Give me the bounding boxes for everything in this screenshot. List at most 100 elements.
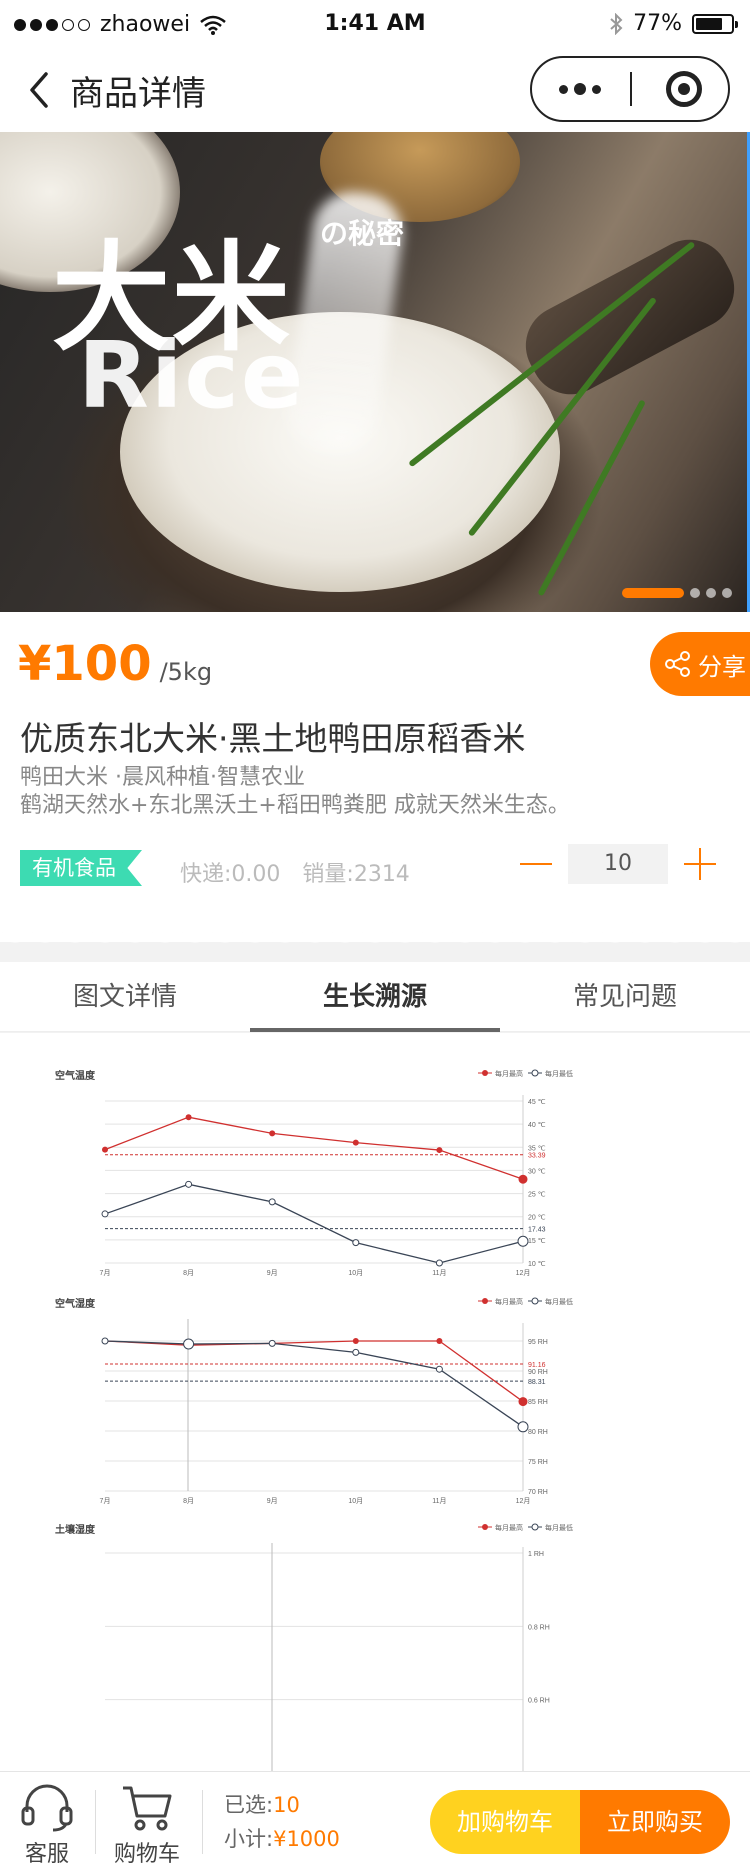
wavy-divider (0, 930, 750, 960)
back-arrow-icon[interactable] (22, 68, 62, 112)
legend-label-max: 每月最高 (495, 1523, 523, 1532)
legend-label-min: 每月最低 (545, 1069, 573, 1078)
y-tick-label: 90 RH (528, 1369, 548, 1376)
product-title: 优质东北大米·黑土地鸭田原稻香米 (20, 719, 526, 758)
carousel-dot-active[interactable] (622, 588, 684, 598)
quantity-stepper: 10 (508, 844, 728, 884)
price-block: ¥100 /5kg (18, 636, 212, 692)
data-point-min (517, 1421, 529, 1433)
y-tick-label: 40 ℃ (528, 1122, 546, 1129)
x-tick-label: 8月 (183, 1497, 194, 1505)
banner-subtitle: の秘密 (320, 217, 405, 250)
data-point-max (269, 1130, 276, 1137)
y-tick-label: 45 ℃ (528, 1099, 546, 1106)
data-point-max (436, 1338, 443, 1344)
tab-faq[interactable]: 常见问题 (500, 962, 750, 1031)
traceability-charts: 空气温度 每月最高 每月最低 10 ℃ 15 ℃ 20 ℃ 25 ℃ 30 ℃ 35 ℃ 40 ℃… (0, 1033, 750, 1773)
y-tick-label: 80 RH (528, 1429, 548, 1436)
cart-button[interactable]: 购物车 (102, 1782, 192, 1868)
average-label: 88.31 (528, 1379, 546, 1386)
battery-percent: 77% (633, 11, 682, 36)
sales-count: 销量:2314 (302, 862, 410, 887)
decrease-quantity-button[interactable] (508, 844, 564, 884)
x-tick-label: 10月 (348, 1269, 363, 1277)
chart-title: 空气温度 (55, 1069, 96, 1082)
data-point-min (435, 1365, 443, 1373)
legend-label-min: 每月最低 (545, 1297, 573, 1306)
cart-icon (123, 1786, 172, 1831)
charts-svg: 空气温度 每月最高 每月最低10 ℃15 ℃20 ℃25 ℃30 ℃35 ℃40 ℃… (55, 1069, 573, 1773)
selection-summary: 已选:10 小计:¥1000 (224, 1788, 340, 1856)
price: ¥100 (18, 636, 152, 692)
status-bar: zhaowei 1:41 AM 77% (0, 0, 750, 48)
banner-bowl-handle (511, 225, 749, 409)
x-tick-label: 9月 (267, 1497, 278, 1505)
data-point-min (517, 1235, 529, 1247)
close-mini-program-icon[interactable] (666, 71, 702, 107)
tab-details[interactable]: 图文详情 (0, 962, 250, 1031)
mini-program-capsule (530, 56, 730, 122)
data-point-min (101, 1210, 109, 1218)
data-point-min (435, 1259, 443, 1267)
product-banner-carousel[interactable]: 大米 の秘密 Rice (0, 132, 750, 612)
average-label: 33.39 (528, 1153, 546, 1160)
y-tick-label: 0.8 RH (528, 1624, 550, 1631)
buy-now-button[interactable]: 立即购买 (580, 1790, 730, 1854)
y-tick-label: 20 ℃ (528, 1215, 546, 1222)
data-point-max (352, 1139, 359, 1146)
add-to-cart-button[interactable]: 加购物车 (430, 1790, 580, 1854)
share-button[interactable]: 分享 (650, 632, 750, 696)
legend-dot-max (482, 1524, 488, 1530)
carousel-indicators (622, 588, 732, 598)
x-tick-label: 9月 (267, 1269, 278, 1277)
x-tick-label: 12月 (516, 1497, 531, 1505)
bottom-divider (95, 1790, 96, 1854)
legend-label-max: 每月最高 (495, 1297, 523, 1306)
product-desc-line: 鹤湖天然水+东北黑沃土+稻田鸭粪肥 成就天然米生态。 (20, 793, 570, 818)
carousel-dot[interactable] (706, 588, 716, 598)
more-options-icon[interactable] (532, 58, 628, 120)
y-tick-label: 85 RH (528, 1399, 548, 1406)
carousel-dot[interactable] (722, 588, 732, 598)
customer-service-button[interactable]: 客服 (2, 1782, 92, 1868)
legend-dot-min (531, 1523, 539, 1531)
series-line-min (104, 1340, 524, 1428)
data-point-max (436, 1147, 443, 1154)
bottom-action-bar: 客服 购物车 已选:10 小计:¥1000 加购物车 立即购买 (0, 1771, 750, 1871)
legend-dot-max (482, 1070, 488, 1076)
selected-value: 10 (273, 1793, 300, 1817)
data-point-max (352, 1338, 359, 1344)
capsule-divider (630, 72, 632, 106)
data-point-min (268, 1339, 276, 1347)
x-tick-label: 11月 (432, 1497, 446, 1505)
series-line-min (104, 1183, 524, 1264)
average-label: 91.16 (528, 1362, 546, 1369)
increase-quantity-button[interactable] (672, 844, 728, 884)
data-point-max (518, 1174, 528, 1184)
average-label: 17.43 (528, 1227, 546, 1234)
share-label: 分享 (698, 652, 746, 681)
shipping-fee: 快递:0.00 (180, 862, 281, 887)
y-tick-label: 70 RH (528, 1489, 548, 1496)
nav-bar: 商品详情 (0, 48, 750, 132)
x-tick-label: 12月 (516, 1269, 531, 1277)
selected-label: 已选: (224, 1793, 274, 1817)
product-meta: 快递:0.00 销量:2314 (180, 856, 410, 888)
tab-traceability[interactable]: 生长溯源 (250, 962, 500, 1032)
quantity-value[interactable]: 10 (568, 844, 668, 884)
headset-icon (21, 1784, 73, 1832)
y-tick-label: 10 ℃ (528, 1261, 546, 1268)
data-point-min (352, 1239, 360, 1247)
banner-title-en: Rice (78, 322, 306, 429)
page-title: 商品详情 (70, 74, 206, 114)
series-line-max (104, 1116, 524, 1180)
carousel-dot[interactable] (690, 588, 700, 598)
y-tick-label: 30 ℃ (528, 1168, 546, 1175)
x-tick-label: 11月 (432, 1269, 446, 1277)
share-icon (665, 651, 690, 677)
y-tick-label: 95 RH (528, 1339, 548, 1346)
legend-label-max: 每月最高 (495, 1069, 523, 1078)
y-tick-label: 1 RH (528, 1551, 544, 1558)
data-point-min (183, 1338, 195, 1350)
y-tick-label: 35 ℃ (528, 1145, 546, 1152)
